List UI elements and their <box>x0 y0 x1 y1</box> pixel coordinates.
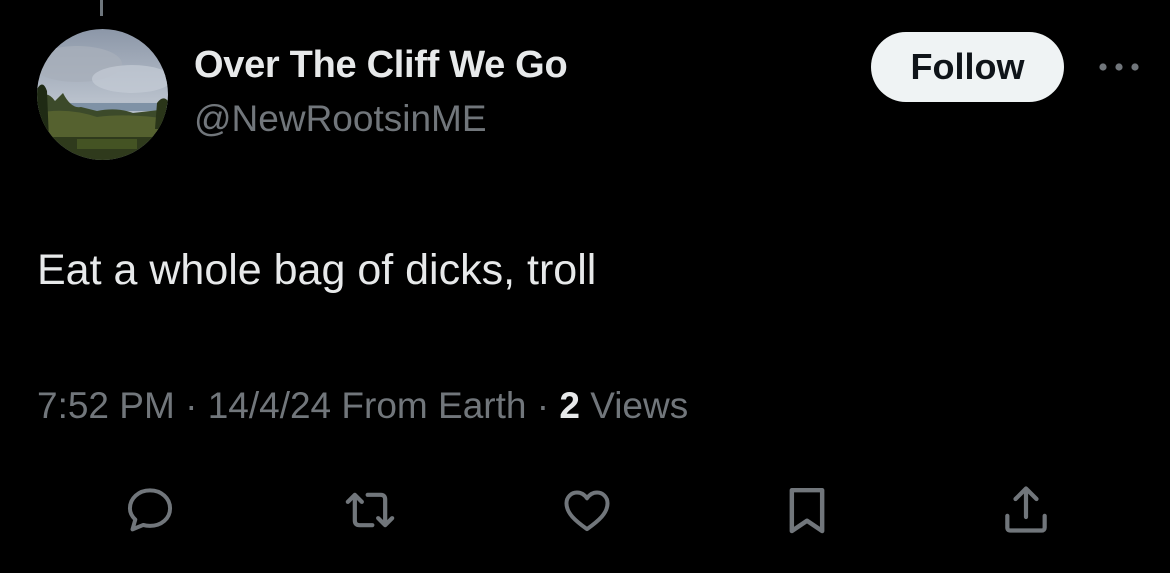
bookmark-button[interactable] <box>779 482 835 538</box>
views-count: 2 <box>559 385 580 426</box>
like-icon <box>564 490 610 532</box>
retweet-button[interactable] <box>342 482 398 538</box>
bookmark-icon <box>789 487 825 534</box>
more-dots-icon <box>1099 63 1139 71</box>
tweet-date-source[interactable]: 14/4/24 From Earth <box>208 385 527 426</box>
author-handle[interactable]: @NewRootsinME <box>194 98 487 140</box>
like-button[interactable] <box>559 482 615 538</box>
more-options-button[interactable] <box>1094 52 1144 82</box>
avatar[interactable] <box>37 29 168 160</box>
follow-button[interactable]: Follow <box>871 32 1064 102</box>
tweet-actions-bar <box>0 482 1170 538</box>
author-display-name[interactable]: Over The Cliff We Go <box>194 44 568 87</box>
thread-connector-line <box>100 0 103 16</box>
tweet-meta: 7:52 PM · 14/4/24 From Earth · 2 Views <box>37 385 688 427</box>
retweet-icon <box>345 492 395 528</box>
views-label: Views <box>579 385 689 426</box>
tweet-time[interactable]: 7:52 PM <box>37 385 175 426</box>
meta-separator: · <box>526 385 560 426</box>
share-button[interactable] <box>998 482 1054 538</box>
meta-separator: · <box>174 385 208 426</box>
avatar-landscape-image <box>37 29 168 160</box>
share-icon <box>1005 486 1047 533</box>
reply-icon <box>127 488 173 532</box>
reply-button[interactable] <box>122 482 178 538</box>
tweet-text: Eat a whole bag of dicks, troll <box>37 246 597 294</box>
